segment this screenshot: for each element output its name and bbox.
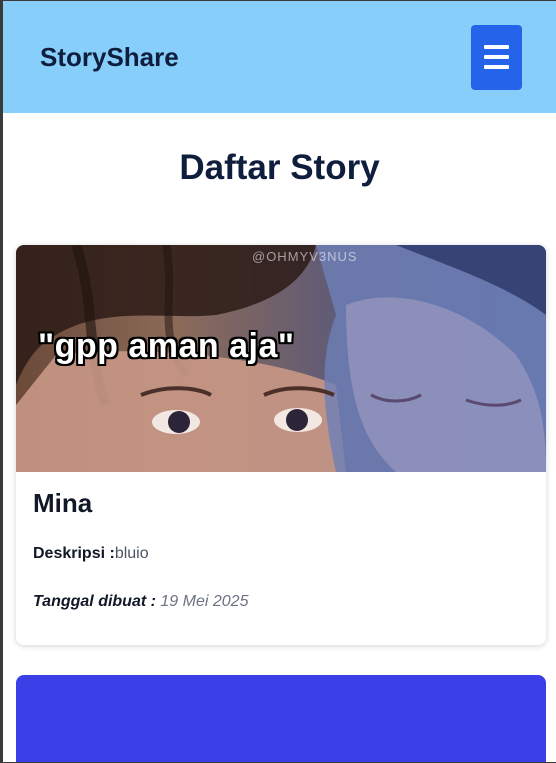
story-description: Deskripsi :bluio: [33, 545, 529, 563]
story-name: Mina: [33, 488, 93, 518]
brand-logo-text[interactable]: StoryShare: [40, 42, 179, 73]
story-date: Tanggal dibuat : 19 Mei 2025: [33, 593, 529, 611]
image-caption: "gpp aman aja": [38, 327, 295, 365]
page-title: Daftar Story: [179, 148, 380, 187]
story-list: @OHMYV3NUS "gpp aman aja" Mina Deskripsi…: [16, 245, 546, 762]
hamburger-menu-icon: [484, 45, 509, 49]
story-card-next[interactable]: [16, 675, 546, 762]
hamburger-menu-icon-line: [484, 55, 509, 59]
top-navbar: StoryShare: [3, 1, 556, 113]
hamburger-menu-button[interactable]: [471, 24, 522, 90]
story-card-body: Mina Deskripsi :bluio Tanggal dibuat : 1…: [16, 472, 546, 645]
image-watermark: @OHMYV3NUS: [252, 249, 358, 264]
description-label: Deskripsi :: [33, 545, 115, 562]
description-value: bluio: [114, 545, 149, 562]
story-card[interactable]: @OHMYV3NUS "gpp aman aja" Mina Deskripsi…: [16, 245, 546, 645]
story-image: @OHMYV3NUS "gpp aman aja": [16, 245, 546, 472]
hamburger-menu-icon-line: [484, 65, 509, 69]
date-label: Tanggal dibuat :: [33, 593, 156, 610]
app-frame: StoryShare Daftar Story @OHMYV3NUS "gpp …: [0, 0, 556, 763]
date-value: 19 Mei 2025: [160, 593, 249, 610]
